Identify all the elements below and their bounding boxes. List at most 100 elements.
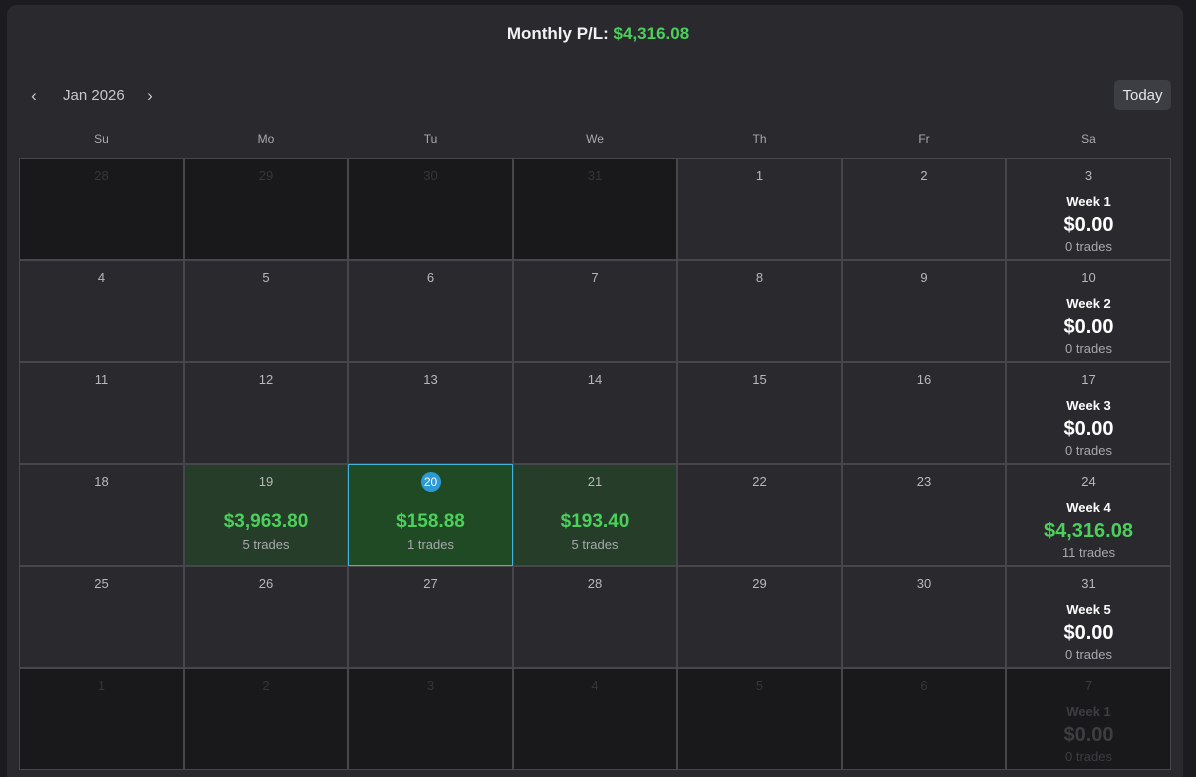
- day-number: 13: [423, 372, 438, 387]
- day-cell[interactable]: 30: [842, 566, 1006, 668]
- day-number: 1: [97, 678, 106, 693]
- day-number: 19: [258, 474, 274, 489]
- day-cell[interactable]: 5: [677, 668, 842, 770]
- day-number: 31: [1081, 576, 1096, 591]
- week-label: Week 5: [1066, 602, 1111, 617]
- week-label: Week 1: [1066, 194, 1111, 209]
- today-button[interactable]: Today: [1114, 80, 1171, 110]
- next-month-button[interactable]: ›: [139, 85, 161, 107]
- day-number: 21: [587, 474, 603, 489]
- day-cell[interactable]: 5: [184, 260, 348, 362]
- day-cell[interactable]: 7: [513, 260, 677, 362]
- week-amount: $0.00: [1063, 418, 1114, 440]
- day-cell[interactable]: 15: [677, 362, 842, 464]
- weekday-2: Tu: [423, 132, 438, 146]
- day-cell[interactable]: 6: [348, 260, 513, 362]
- day-trades: 5 trades: [242, 537, 290, 552]
- week-trades: 0 trades: [1065, 749, 1112, 764]
- day-cell[interactable]: 16: [842, 362, 1006, 464]
- day-number: 2: [262, 678, 270, 693]
- day-cell[interactable]: 20 $158.88 1 trades: [348, 464, 513, 566]
- week-summary-cell[interactable]: 3 Week 1 $0.00 0 trades: [1006, 158, 1171, 260]
- monthly-pl: Monthly P/L: $4,316.08: [0, 24, 1196, 44]
- day-number: 17: [1081, 372, 1096, 387]
- monthly-pl-label: Monthly P/L:: [506, 24, 609, 43]
- day-cell[interactable]: 27: [348, 566, 513, 668]
- day-cell[interactable]: 4: [19, 260, 184, 362]
- day-number: 29: [752, 576, 767, 591]
- day-cell[interactable]: 30: [348, 158, 513, 260]
- day-number: 29: [258, 168, 274, 183]
- day-pl: $3,963.80: [223, 511, 309, 532]
- weekday-1: Mo: [257, 132, 275, 146]
- week-summary-cell[interactable]: 10 Week 2 $0.00 0 trades: [1006, 260, 1171, 362]
- day-cell[interactable]: 13: [348, 362, 513, 464]
- day-cell[interactable]: 9: [842, 260, 1006, 362]
- weekday-0: Su: [94, 132, 109, 146]
- weekday-4: Th: [752, 132, 767, 146]
- day-cell[interactable]: 28: [513, 566, 677, 668]
- day-cell[interactable]: 6: [842, 668, 1006, 770]
- day-cell[interactable]: 25: [19, 566, 184, 668]
- day-cell[interactable]: 1: [677, 158, 842, 260]
- day-number: 28: [94, 168, 109, 183]
- day-number: 30: [423, 168, 438, 183]
- day-cell[interactable]: 2: [184, 668, 348, 770]
- week-summary-cell[interactable]: 24 Week 4 $4,316.08 11 trades: [1006, 464, 1171, 566]
- week-summary-cell[interactable]: 7 Week 1 $0.00 0 trades: [1006, 668, 1171, 770]
- day-cell[interactable]: 28: [19, 158, 184, 260]
- day-cell[interactable]: 26: [184, 566, 348, 668]
- day-number: 3: [426, 678, 435, 693]
- week-trades: 0 trades: [1065, 341, 1112, 356]
- day-number: 11: [94, 372, 109, 387]
- day-number: 22: [752, 474, 767, 489]
- day-trades: 1 trades: [407, 537, 454, 552]
- day-number: 12: [258, 372, 274, 387]
- day-cell[interactable]: 11: [19, 362, 184, 464]
- day-number: 15: [752, 372, 767, 387]
- day-pl: $193.40: [560, 511, 630, 532]
- day-cell[interactable]: 31: [513, 158, 677, 260]
- day-number: 4: [97, 270, 106, 285]
- day-cell[interactable]: 29: [677, 566, 842, 668]
- day-number: 5: [262, 270, 270, 285]
- day-cell[interactable]: 23: [842, 464, 1006, 566]
- week-summary-cell[interactable]: 17 Week 3 $0.00 0 trades: [1006, 362, 1171, 464]
- weekday-3: We: [586, 132, 604, 146]
- day-cell[interactable]: 8: [677, 260, 842, 362]
- day-cell[interactable]: 3: [348, 668, 513, 770]
- day-cell[interactable]: 4: [513, 668, 677, 770]
- day-number: 7: [1084, 678, 1093, 693]
- today-badge: 20: [420, 472, 441, 492]
- month-label: Jan 2026: [63, 87, 125, 104]
- week-trades: 0 trades: [1065, 239, 1112, 254]
- day-cell[interactable]: 18: [19, 464, 184, 566]
- day-cell[interactable]: 22: [677, 464, 842, 566]
- day-number: 8: [755, 270, 764, 285]
- week-summary-cell[interactable]: 31 Week 5 $0.00 0 trades: [1006, 566, 1171, 668]
- day-cell[interactable]: 21 $193.40 5 trades: [513, 464, 677, 566]
- day-cell[interactable]: 2: [842, 158, 1006, 260]
- day-number: 23: [916, 474, 932, 489]
- day-cell[interactable]: 29: [184, 158, 348, 260]
- week-amount: $4,316.08: [1044, 520, 1133, 542]
- weekday-5: Fr: [918, 132, 930, 146]
- day-number: 26: [258, 576, 274, 591]
- week-amount: $0.00: [1063, 724, 1114, 746]
- day-number: 6: [426, 270, 435, 285]
- day-cell[interactable]: 12: [184, 362, 348, 464]
- day-cell[interactable]: 19 $3,963.80 5 trades: [184, 464, 348, 566]
- week-label: Week 1: [1066, 704, 1111, 719]
- day-cell[interactable]: 14: [513, 362, 677, 464]
- day-number: 1: [755, 168, 764, 183]
- day-cell[interactable]: 1: [19, 668, 184, 770]
- week-label: Week 3: [1066, 398, 1111, 413]
- week-trades: 0 trades: [1065, 647, 1112, 662]
- day-pl: $158.88: [396, 511, 465, 532]
- week-trades: 11 trades: [1061, 545, 1116, 560]
- day-number: 20: [349, 472, 512, 492]
- prev-month-button[interactable]: ‹: [23, 85, 45, 107]
- day-number: 4: [591, 678, 599, 693]
- chevron-left-icon: ‹: [31, 86, 37, 105]
- day-number: 18: [94, 474, 109, 489]
